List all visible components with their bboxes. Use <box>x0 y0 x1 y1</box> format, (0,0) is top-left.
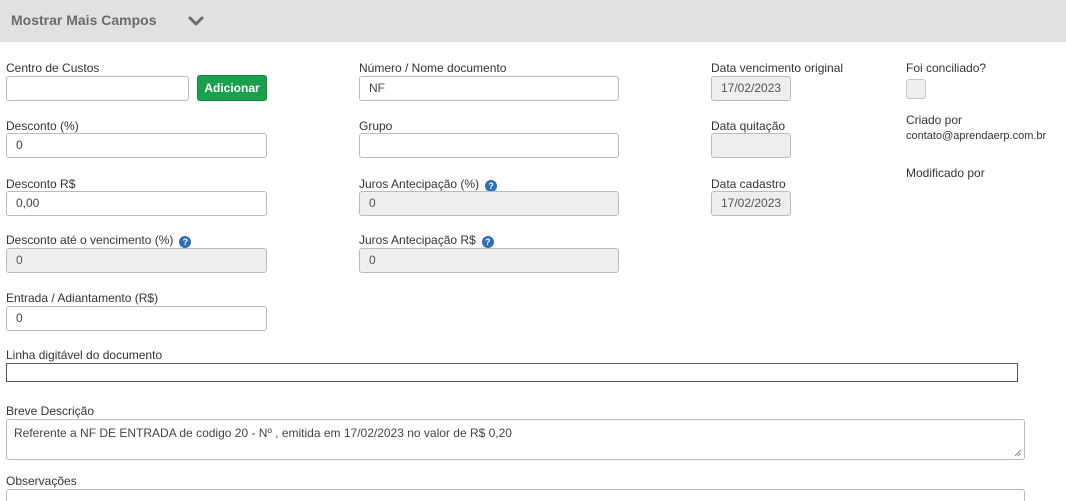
juros-rs-label: Juros Antecipação R$? <box>359 233 494 248</box>
linha-digitavel-label: Linha digitável do documento <box>6 348 163 362</box>
desconto-pct-label: Desconto (%) <box>6 119 79 133</box>
entrada-label: Entrada / Adiantamento (R$) <box>6 291 159 305</box>
help-icon[interactable]: ? <box>179 236 192 248</box>
more-fields-title: Mostrar Mais Campos <box>11 12 157 28</box>
juros-rs-label-text: Juros Antecipação R$ <box>359 233 476 247</box>
data-vencimento-label: Data vencimento original <box>711 61 844 75</box>
juros-pct-input: 0 <box>359 191 619 216</box>
conciliado-checkbox[interactable] <box>906 79 926 99</box>
linha-digitavel-input[interactable] <box>6 363 1018 382</box>
numero-documento-input[interactable]: NF <box>359 76 619 101</box>
help-icon[interactable]: ? <box>481 236 494 248</box>
data-vencimento-input: 17/02/2023 <box>711 76 791 101</box>
desconto-rs-label: Desconto R$ <box>6 177 76 191</box>
desconto-vencimento-input: 0 <box>6 248 267 273</box>
observacoes-textarea[interactable] <box>6 489 1025 501</box>
breve-descricao-text: Referente a NF DE ENTRADA de codigo 20 -… <box>14 426 512 440</box>
data-quitacao-input <box>711 133 791 158</box>
data-quitacao-label: Data quitação <box>711 119 786 133</box>
desconto-pct-input[interactable]: 0 <box>6 133 267 158</box>
observacoes-label: Observações <box>6 474 77 488</box>
desconto-rs-input[interactable]: 0,00 <box>6 191 267 216</box>
juros-pct-label-text: Juros Antecipação (%) <box>359 177 480 191</box>
desconto-vencimento-label-text: Desconto até o vencimento (%) <box>6 233 174 247</box>
juros-rs-input: 0 <box>359 248 619 273</box>
chevron-down-icon[interactable] <box>186 13 206 29</box>
desconto-vencimento-label: Desconto até o vencimento (%)? <box>6 233 192 248</box>
resize-handle-icon[interactable] <box>1014 449 1022 457</box>
grupo-input[interactable] <box>359 133 619 158</box>
add-cost-center-button[interactable]: Adicionar <box>197 75 267 101</box>
entrada-input[interactable]: 0 <box>6 306 267 331</box>
data-cadastro-input: 17/02/2023 <box>711 191 791 216</box>
juros-pct-label: Juros Antecipação (%)? <box>359 177 498 192</box>
centro-custos-label: Centro de Custos <box>6 61 100 75</box>
numero-documento-label: Número / Nome documento <box>359 61 507 75</box>
criado-por-label: Criado por <box>906 113 963 127</box>
grupo-label: Grupo <box>359 119 393 133</box>
conciliado-label: Foi conciliado? <box>906 61 987 75</box>
breve-descricao-label: Breve Descrição <box>6 404 95 418</box>
breve-descricao-textarea[interactable]: Referente a NF DE ENTRADA de codigo 20 -… <box>6 419 1025 460</box>
modificado-por-label: Modificado por <box>906 166 985 180</box>
more-fields-toggle-bar[interactable]: Mostrar Mais Campos <box>0 0 1066 42</box>
data-cadastro-label: Data cadastro <box>711 177 786 191</box>
centro-custos-input[interactable] <box>6 76 189 101</box>
criado-por-value: contato@aprendaerp.com.br <box>906 130 1047 142</box>
